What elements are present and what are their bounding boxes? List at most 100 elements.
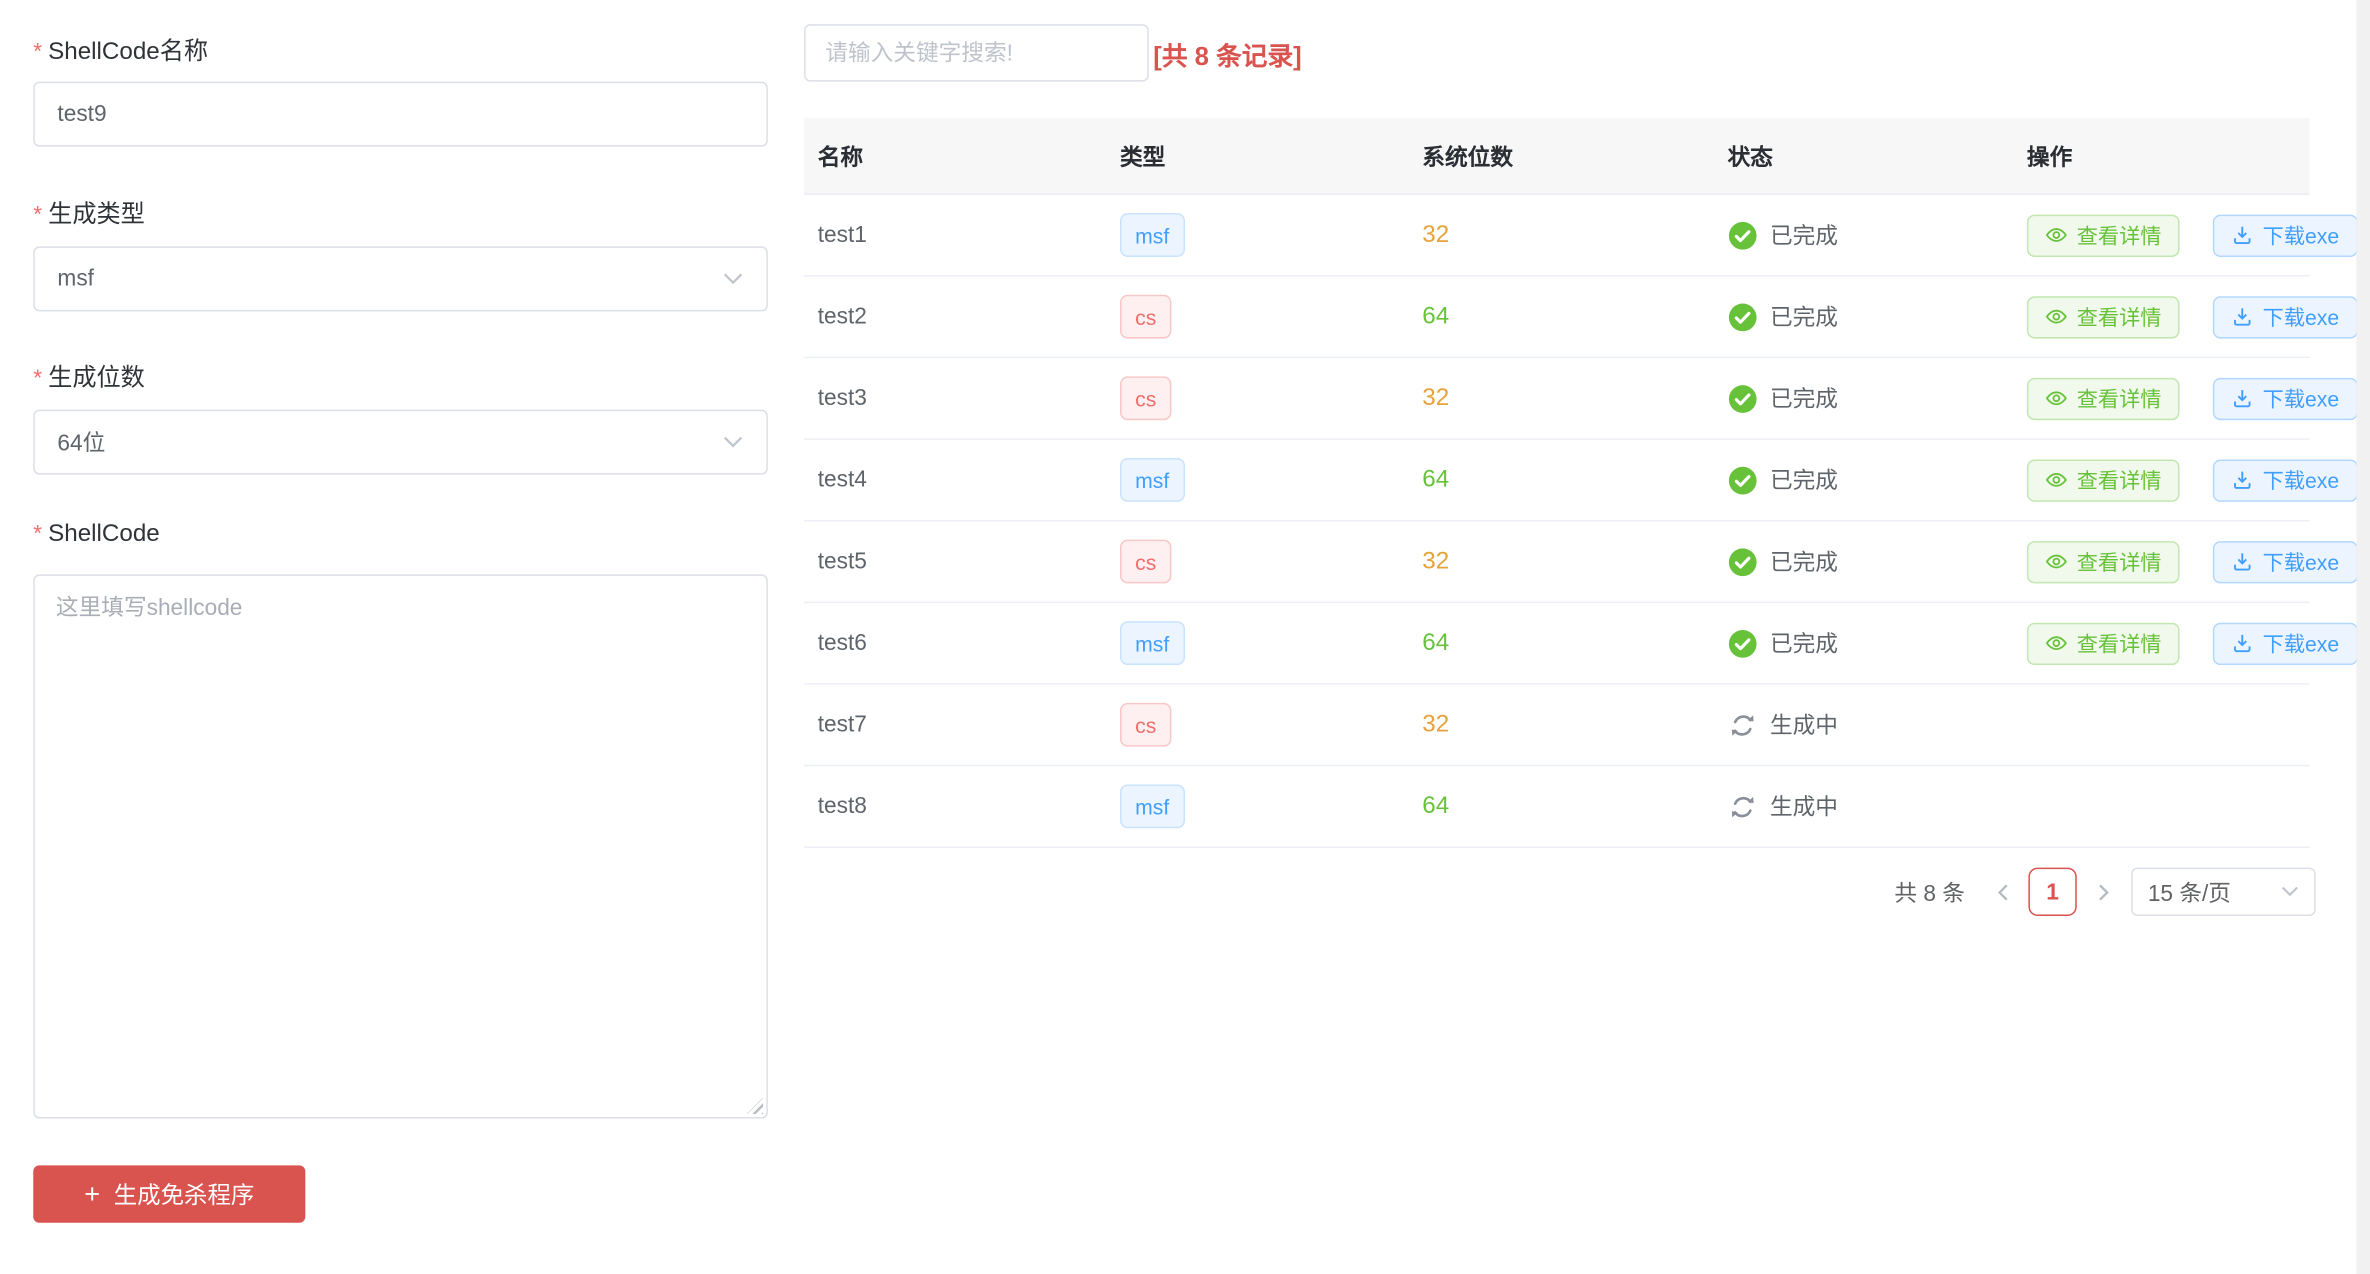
loading-icon (1728, 791, 1758, 821)
view-details-label: 查看详情 (2077, 224, 2162, 245)
type-tag: msf (1120, 213, 1184, 257)
loading-icon (1728, 710, 1758, 740)
table-row: test1 msf 32 已完成 (804, 195, 2309, 277)
download-exe-button[interactable]: 下载exe (2213, 214, 2357, 256)
table-row: test8 msf 64 生成中 (804, 766, 2309, 848)
download-exe-button[interactable]: 下载exe (2213, 459, 2357, 501)
type-tag: cs (1120, 703, 1171, 747)
bits-value: 32 (1422, 221, 1449, 248)
status-text: 生成中 (1770, 709, 1838, 741)
generate-bits-select[interactable]: 64位 (33, 410, 768, 475)
table-row: test6 msf 64 已完成 (804, 603, 2309, 685)
download-exe-label: 下载exe (2263, 306, 2339, 327)
view-details-label: 查看详情 (2077, 469, 2162, 490)
generate-bits-value: 64位 (57, 426, 105, 458)
bits-value: 32 (1422, 548, 1449, 575)
status-text: 已完成 (1770, 219, 1838, 251)
page-size-value: 15 条/页 (2148, 876, 2231, 908)
download-exe-button[interactable]: 下载exe (2213, 540, 2357, 582)
eye-icon (2045, 387, 2068, 410)
row-name: test6 (818, 630, 867, 656)
type-tag: cs (1120, 295, 1171, 339)
header-cell-name: 名称 (818, 118, 863, 194)
download-exe-label: 下载exe (2263, 388, 2339, 409)
download-icon (2231, 305, 2254, 328)
bits-value: 32 (1422, 711, 1449, 738)
shellcode-name-input[interactable] (33, 82, 768, 147)
table-row: test3 cs 32 已完成 (804, 358, 2309, 440)
bits-value: 64 (1422, 303, 1449, 330)
record-count: [共 8 条记录] (1153, 35, 1301, 73)
plus-icon: + (84, 1180, 100, 1207)
required-asterisk: * (33, 203, 42, 229)
status-text: 已完成 (1770, 464, 1838, 496)
table-row: test2 cs 64 已完成 (804, 277, 2309, 359)
download-icon (2231, 469, 2254, 492)
row-name: test2 (818, 304, 867, 330)
results-table: 名称 类型 系统位数 状态 操作 test1 msf 32 (804, 118, 2309, 848)
row-name: test1 (818, 222, 867, 248)
field-label-bits: *生成位数 (33, 357, 145, 393)
field-label-name: *ShellCode名称 (33, 30, 208, 66)
row-name: test3 (818, 385, 867, 411)
download-exe-label: 下载exe (2263, 633, 2339, 654)
view-details-label: 查看详情 (2077, 551, 2162, 572)
bits-value: 64 (1422, 793, 1449, 820)
header-cell-type: 类型 (1120, 118, 1165, 194)
row-name: test5 (818, 549, 867, 575)
download-exe-label: 下载exe (2263, 469, 2339, 490)
search-input[interactable] (804, 24, 1149, 81)
check-circle-icon (1728, 383, 1758, 413)
page-number-button[interactable]: 1 (2028, 868, 2076, 916)
download-icon (2231, 632, 2254, 655)
shellcode-textarea[interactable] (33, 574, 768, 1118)
status-text: 生成中 (1770, 791, 1838, 823)
download-icon (2231, 387, 2254, 410)
eye-icon (2045, 224, 2068, 247)
download-exe-label: 下载exe (2263, 551, 2339, 572)
field-label-type: *生成类型 (33, 193, 145, 229)
bits-value: 64 (1422, 466, 1449, 493)
header-cell-actions: 操作 (2027, 118, 2072, 194)
generate-type-value: msf (57, 266, 94, 292)
generate-button[interactable]: + 生成免杀程序 (33, 1165, 305, 1222)
scrollbar[interactable] (2356, 0, 2370, 1274)
required-asterisk: * (33, 521, 42, 547)
view-details-button[interactable]: 查看详情 (2027, 459, 2180, 501)
row-name: test4 (818, 467, 867, 493)
generate-type-select[interactable]: msf (33, 246, 768, 311)
view-details-button[interactable]: 查看详情 (2027, 540, 2180, 582)
bits-value: 64 (1422, 630, 1449, 657)
view-details-label: 查看详情 (2077, 633, 2162, 654)
download-exe-button[interactable]: 下载exe (2213, 295, 2357, 337)
view-details-button[interactable]: 查看详情 (2027, 214, 2180, 256)
download-exe-button[interactable]: 下载exe (2213, 377, 2357, 419)
chevron-down-icon (2281, 886, 2299, 898)
next-page-button[interactable] (2092, 881, 2113, 902)
download-icon (2231, 550, 2254, 573)
chevron-right-icon (2093, 882, 2113, 902)
view-details-button[interactable]: 查看详情 (2027, 377, 2180, 419)
header-cell-status: 状态 (1728, 118, 1773, 194)
view-details-button[interactable]: 查看详情 (2027, 622, 2180, 664)
status-text: 已完成 (1770, 546, 1838, 578)
check-circle-icon (1728, 302, 1758, 332)
view-details-button[interactable]: 查看详情 (2027, 295, 2180, 337)
download-exe-button[interactable]: 下载exe (2213, 622, 2357, 664)
table-row: test7 cs 32 生成中 (804, 685, 2309, 767)
type-tag: msf (1120, 621, 1184, 665)
page-size-select[interactable]: 15 条/页 (2131, 868, 2315, 916)
eye-icon (2045, 305, 2068, 328)
table-body: test1 msf 32 已完成 (804, 195, 2309, 848)
type-tag: cs (1120, 540, 1171, 584)
download-exe-label: 下载exe (2263, 224, 2339, 245)
table-header: 名称 类型 系统位数 状态 操作 (804, 118, 2309, 195)
prev-page-button[interactable] (1992, 881, 2013, 902)
page: *ShellCode名称 *生成类型 msf *生成位数 64位 *ShellC… (0, 0, 2370, 1274)
row-name: test7 (818, 712, 867, 738)
view-details-label: 查看详情 (2077, 388, 2162, 409)
eye-icon (2045, 469, 2068, 492)
status-text: 已完成 (1770, 382, 1838, 414)
download-icon (2231, 224, 2254, 247)
row-name: test8 (818, 794, 867, 820)
